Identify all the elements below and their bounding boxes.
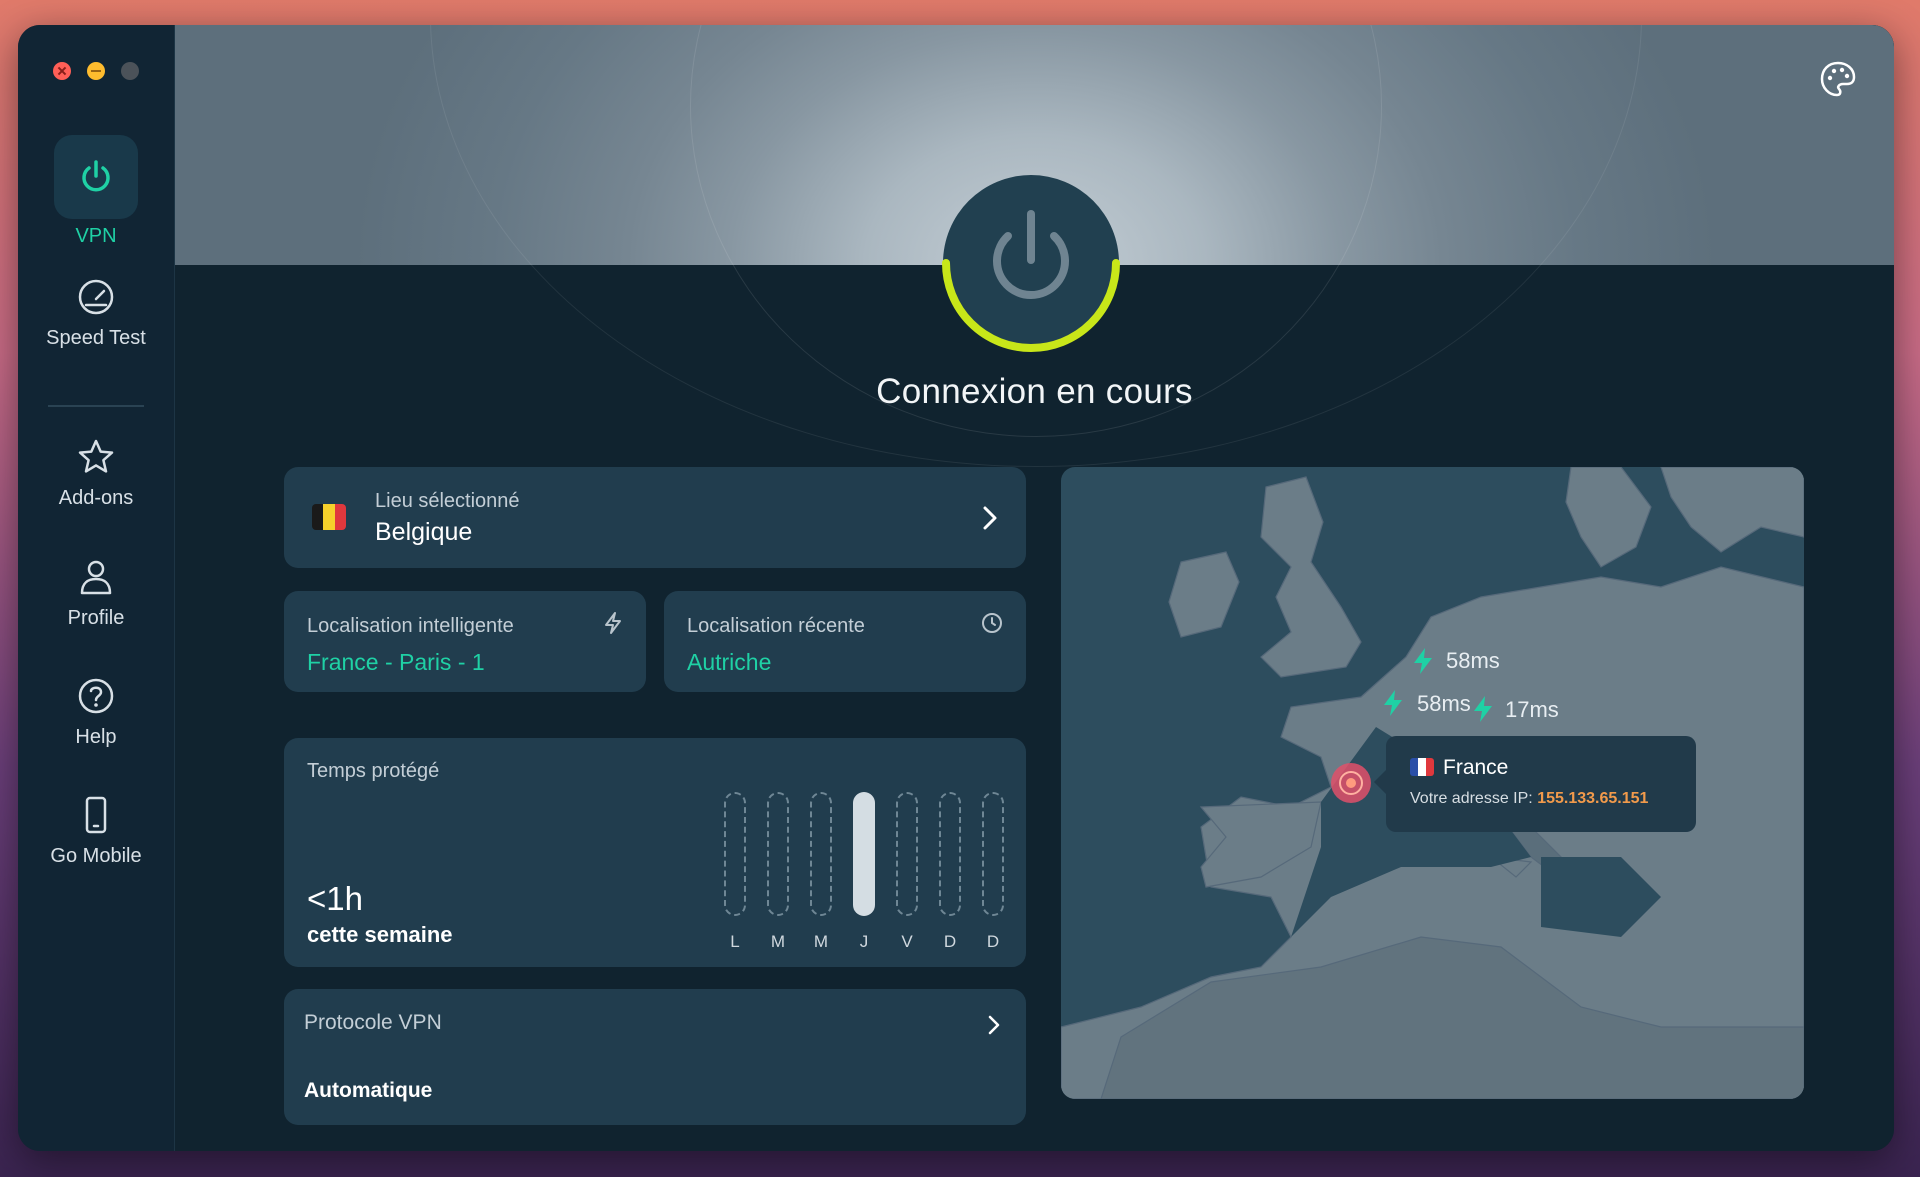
day-bar	[853, 792, 875, 916]
smart-location-label: Localisation intelligente	[307, 615, 514, 637]
day-label: L	[730, 932, 740, 951]
sidebar-item-label: Add-ons	[58, 487, 134, 509]
connect-power-button[interactable]	[938, 170, 1124, 356]
ping-label: 58ms	[1417, 691, 1471, 716]
window-close-button[interactable]	[53, 62, 71, 80]
speedometer-icon	[78, 279, 114, 315]
day-bar	[724, 792, 746, 916]
sidebar-item-help[interactable]: Help	[18, 674, 174, 749]
sidebar-item-label: Help	[75, 726, 117, 748]
lightning-icon	[605, 612, 621, 634]
protected-time-value: <1h	[307, 880, 363, 917]
ping-label: 17ms	[1505, 697, 1559, 722]
lightning-icon	[1384, 690, 1402, 716]
protocol-label: Protocole VPN	[304, 1011, 442, 1034]
sidebar-item-speed-test[interactable]: Speed Test	[18, 275, 174, 350]
clock-icon	[982, 613, 1002, 633]
protected-time-label: Temps protégé	[307, 760, 440, 782]
power-icon	[54, 135, 138, 219]
smart-location-card[interactable]: Localisation intelligente France - Paris…	[284, 591, 646, 692]
day-bar	[939, 792, 961, 916]
tooltip-ip-line: Votre adresse IP: 155.133.65.151	[1410, 790, 1648, 808]
sidebar-item-label: Profile	[67, 607, 125, 629]
day-label: M	[813, 932, 829, 951]
day-bar	[810, 792, 832, 916]
app-window: VPN Speed Test Add-ons Profile Help Go M…	[18, 25, 1894, 1151]
protocol-value: Automatique	[304, 1079, 433, 1102]
protected-time-sub: cette semaine	[307, 922, 453, 947]
tooltip-country: France	[1443, 756, 1509, 779]
chevron-right-icon	[988, 1015, 1000, 1035]
smart-location-value: France - Paris - 1	[307, 649, 485, 675]
selected-location-value: Belgique	[375, 518, 473, 546]
recent-location-card[interactable]: Localisation récente Autriche	[664, 591, 1026, 692]
vpn-protocol-card[interactable]: Protocole VPN Automatique	[284, 989, 1026, 1125]
help-icon	[78, 678, 114, 714]
connection-status: Connexion en cours	[876, 372, 1193, 411]
lightning-icon	[1414, 648, 1432, 674]
recent-location-label: Localisation récente	[687, 615, 865, 637]
sidebar-item-profile[interactable]: Profile	[18, 555, 174, 630]
sidebar-item-label: VPN	[75, 225, 117, 247]
phone-icon	[85, 796, 107, 834]
sidebar-item-label: Go Mobile	[50, 845, 142, 867]
europe-map[interactable]: 58ms 58ms 17ms France Votre adresse IP: …	[1061, 467, 1804, 1099]
star-icon	[78, 439, 114, 473]
person-icon	[80, 560, 112, 595]
window-minimize-button[interactable]	[87, 62, 105, 80]
sidebar-item-label: Speed Test	[46, 327, 146, 349]
belgium-flag-icon	[312, 504, 346, 530]
ip-address: 155.133.65.151	[1537, 790, 1649, 807]
palette-icon[interactable]	[1818, 59, 1858, 99]
day-label: M	[770, 932, 786, 951]
location-tooltip: France Votre adresse IP: 155.133.65.151	[1374, 736, 1696, 832]
selected-location-label: Lieu sélectionné	[375, 490, 520, 512]
main-panel: Connexion en cours Lieu sélectionné Belg…	[175, 25, 1894, 1151]
ping-label: 58ms	[1446, 648, 1500, 673]
sidebar-item-go-mobile[interactable]: Go Mobile	[18, 793, 174, 868]
ip-label: Votre adresse IP:	[1410, 790, 1533, 807]
chevron-right-icon	[983, 506, 997, 530]
recent-location-value: Autriche	[687, 649, 772, 675]
protected-time-card: Temps protégé <1h cette semaine L M M J V D D	[284, 738, 1026, 967]
day-bar	[767, 792, 789, 916]
day-label: D	[986, 932, 1000, 951]
selected-location-card[interactable]: Lieu sélectionné Belgique	[284, 467, 1026, 568]
sidebar-item-vpn[interactable]: VPN	[18, 135, 174, 248]
sidebar: VPN Speed Test Add-ons Profile Help Go M…	[18, 25, 175, 1151]
day-bar	[896, 792, 918, 916]
sidebar-item-add-ons[interactable]: Add-ons	[18, 435, 174, 510]
france-flag-icon	[1410, 758, 1434, 776]
lightning-icon	[1474, 696, 1492, 722]
day-label: J	[859, 932, 869, 951]
day-bar	[982, 792, 1004, 916]
day-label: D	[943, 932, 957, 951]
day-label: V	[901, 932, 913, 951]
window-maximize-button[interactable]	[121, 62, 139, 80]
sidebar-divider	[48, 405, 144, 407]
location-pin-icon	[1331, 763, 1371, 803]
